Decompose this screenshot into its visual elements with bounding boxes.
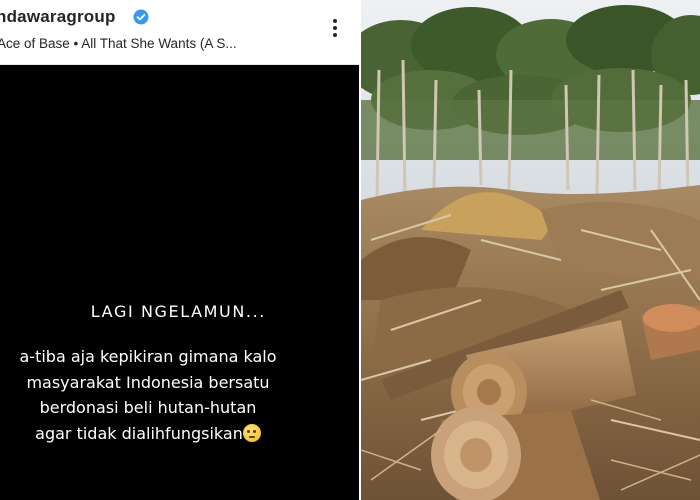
story-text-line: berdonasi beli hutan-hutan: [39, 398, 257, 417]
music-attribution[interactable]: Ace of Base • All That She Wants (A S...: [0, 36, 297, 51]
story-text-line: masyarakat Indonesia bersatu: [26, 372, 270, 392]
story-title: LAGI NGELAMUN...: [90, 302, 266, 321]
thinking-face-icon: [242, 423, 261, 442]
story-text-line-last: agar tidak dialihfungsikan: [0, 421, 326, 447]
story-header: ndawaragroup Ace of Base • All That She …: [0, 0, 360, 65]
more-options-icon[interactable]: [326, 16, 344, 44]
story-text: a-tiba aja kepikiran gimana kalo masyara…: [0, 344, 326, 446]
story-panel: ndawaragroup Ace of Base • All That She …: [0, 0, 360, 500]
story-content: LAGI NGELAMUN... a-tiba aja kepikiran gi…: [0, 65, 360, 500]
story-text-line: agar tidak dialihfungsikan: [35, 423, 243, 443]
deforestation-photo: [361, 0, 700, 500]
account-username[interactable]: ndawaragroup: [0, 7, 116, 27]
forest-canopy: [361, 5, 700, 160]
photo-illustration: [361, 0, 700, 500]
story-text-line: a-tiba aja kepikiran gimana kalo: [19, 347, 277, 366]
verified-badge-icon: [133, 9, 149, 25]
